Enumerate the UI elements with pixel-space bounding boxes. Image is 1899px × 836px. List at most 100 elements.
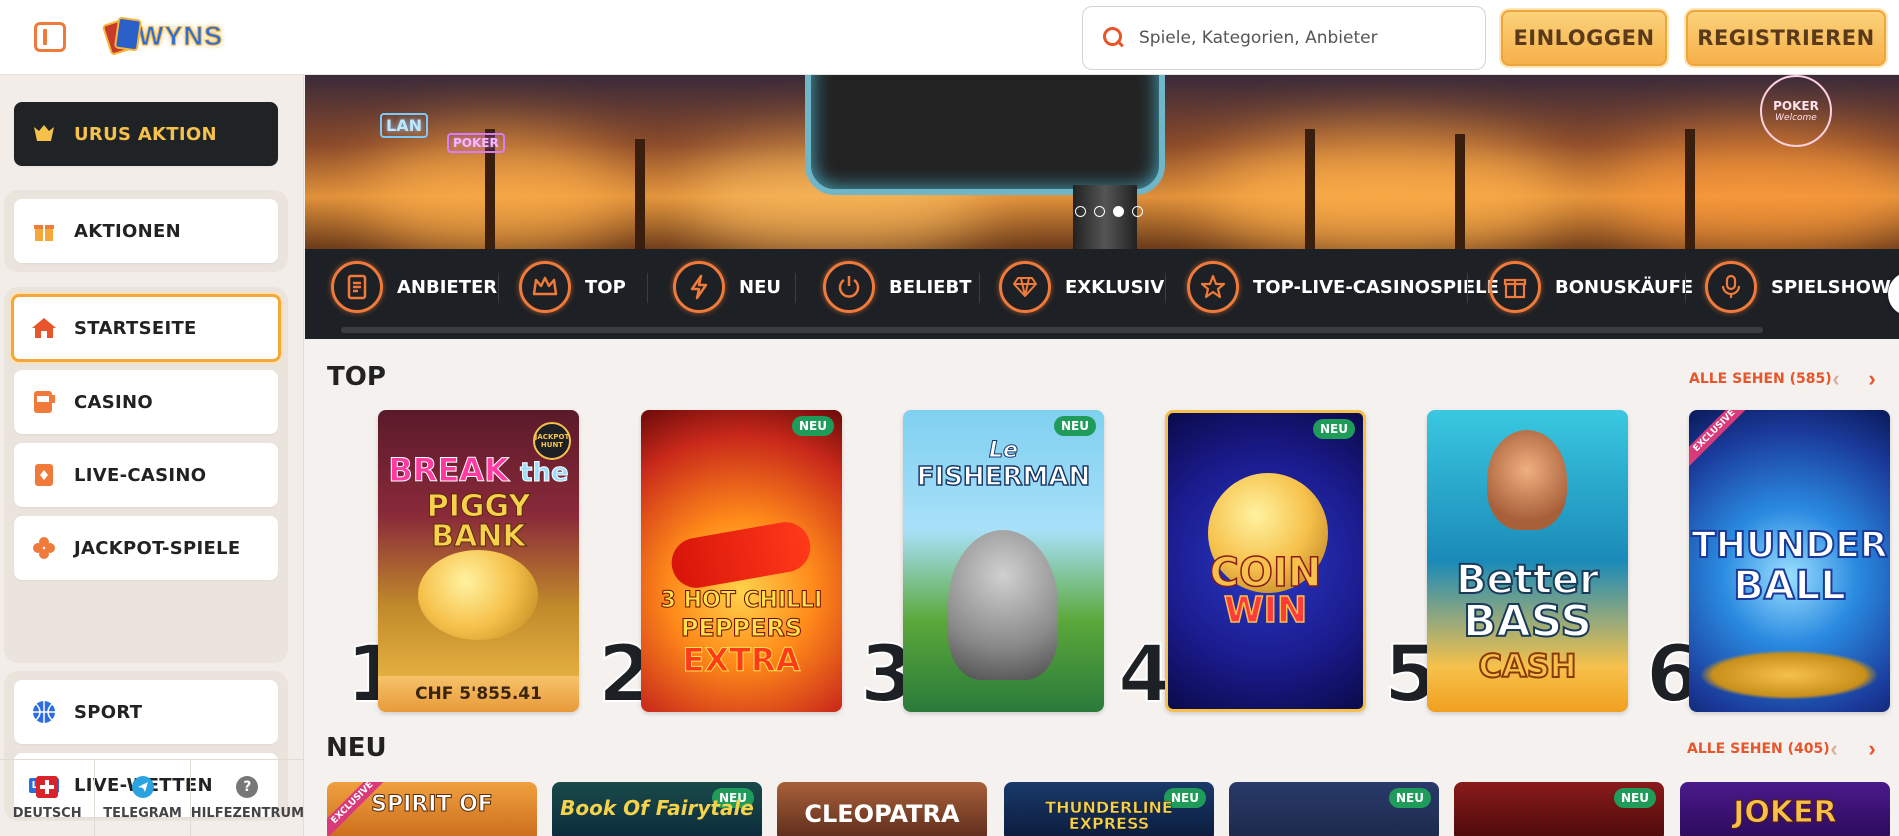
slot-machine-icon bbox=[30, 388, 58, 416]
logo-text: WYNS bbox=[138, 20, 223, 51]
sidebar-item-aktionen[interactable]: AKTIONEN bbox=[14, 199, 278, 263]
neu-next-button[interactable]: › bbox=[1858, 735, 1886, 763]
game-tile-better-bass-cash[interactable]: Better BASS CASH bbox=[1427, 410, 1628, 712]
help-label: HILFEZENTRUM bbox=[190, 805, 305, 821]
sidebar-item-label: STARTSEITE bbox=[74, 317, 197, 339]
gift-icon bbox=[1489, 261, 1541, 313]
sidebar-item-live-casino[interactable]: LIVE-CASINO bbox=[14, 443, 278, 507]
game-tile-spirit-of[interactable]: EXCLUSIVE SPIRIT OF bbox=[327, 782, 537, 836]
chevron-left-icon: ‹ bbox=[1830, 736, 1838, 761]
neu-badge: NEU bbox=[1389, 788, 1431, 808]
search-input[interactable] bbox=[1139, 28, 1479, 48]
carousel-dot-active[interactable] bbox=[1113, 206, 1124, 217]
sidebar-item-casino[interactable]: CASINO bbox=[14, 370, 278, 434]
category-spielshows[interactable]: SPIELSHOWS bbox=[1705, 259, 1899, 315]
sidebar-item-urus-aktion[interactable]: URUS AKTION bbox=[14, 102, 278, 166]
category-top[interactable]: TOP bbox=[519, 259, 626, 315]
category-label: ANBIETER bbox=[397, 276, 498, 298]
sidebar-item-label: CASINO bbox=[74, 391, 153, 413]
power-icon bbox=[823, 261, 875, 313]
neon-poker-sign: POKER bbox=[447, 133, 505, 153]
neu-badge: NEU bbox=[1614, 788, 1656, 808]
sidebar-item-label: LIVE-CASINO bbox=[74, 464, 207, 486]
category-scrollbar[interactable] bbox=[341, 327, 1763, 333]
category-top-live-casinospiele[interactable]: TOP-LIVE-CASINOSPIELE bbox=[1187, 259, 1499, 315]
basketball-icon bbox=[30, 698, 58, 726]
swiss-flag-icon bbox=[36, 775, 59, 798]
playing-cards-icon bbox=[101, 15, 144, 57]
neu-badge: NEU bbox=[792, 416, 834, 436]
category-label: BONUSKÄUFE bbox=[1555, 276, 1694, 298]
jackpot-amount: CHF 5'855.41 bbox=[378, 676, 579, 712]
top-prev-button[interactable]: ‹ bbox=[1822, 365, 1850, 393]
login-button[interactable]: EINLOGGEN bbox=[1501, 10, 1667, 66]
game-tile-red[interactable]: NEU bbox=[1454, 782, 1664, 836]
raccoon-image bbox=[948, 530, 1058, 680]
section-title-top: TOP bbox=[327, 362, 386, 392]
see-all-top-link[interactable]: ALLE SEHEN (585) bbox=[1689, 371, 1832, 387]
search-box[interactable] bbox=[1082, 6, 1486, 70]
neu-prev-button[interactable]: ‹ bbox=[1820, 735, 1848, 763]
carousel-dot[interactable] bbox=[1094, 206, 1105, 217]
game-tile-le-fisherman[interactable]: NEU Le FISHERMAN bbox=[903, 410, 1104, 712]
game-title: the bbox=[520, 458, 570, 488]
chevron-right-icon: › bbox=[1868, 736, 1876, 761]
game-tile-cleopatra[interactable]: CLEOPATRA bbox=[777, 782, 987, 836]
game-title: Better bbox=[1455, 557, 1600, 603]
game-tile-book-of-fairytale[interactable]: NEU Book Of Fairytale bbox=[552, 782, 762, 836]
microphone-icon bbox=[1705, 261, 1757, 313]
fisherman-image bbox=[1487, 430, 1567, 530]
game-title: THUNDERLINE EXPRESS bbox=[1045, 798, 1173, 833]
telegram-icon bbox=[131, 775, 154, 798]
neon-sign bbox=[805, 75, 1165, 195]
carousel-dot[interactable] bbox=[1132, 206, 1143, 217]
language-selector[interactable]: DEUTSCH bbox=[0, 760, 96, 836]
game-tile-joker[interactable]: JOKER bbox=[1680, 782, 1890, 836]
gift-icon bbox=[30, 217, 58, 245]
piggy-image bbox=[418, 550, 538, 640]
category-bar: ANBIETER TOP NEU BELIEBT EXKLUSIV TOP-LI… bbox=[305, 249, 1899, 339]
sidebar-item-jackpot-spiele[interactable]: JACKPOT-SPIELE bbox=[14, 516, 278, 580]
category-label: EXKLUSIV bbox=[1065, 276, 1165, 298]
game-title: JOKER bbox=[1733, 795, 1838, 830]
game-title: PIGGY BANK bbox=[426, 489, 531, 554]
see-all-neu-link[interactable]: ALLE SEHEN (405) bbox=[1687, 741, 1830, 757]
category-label: SPIELSHOWS bbox=[1771, 276, 1899, 298]
hero-banner[interactable]: LAN POKER POKER Welcome bbox=[305, 75, 1899, 249]
game-tile-coin-win[interactable]: NEU COIN WIN bbox=[1165, 410, 1366, 712]
language-label: DEUTSCH bbox=[12, 805, 82, 821]
category-bonuskaeufe[interactable]: BONUSKÄUFE bbox=[1489, 259, 1693, 315]
register-button[interactable]: REGISTRIEREN bbox=[1686, 10, 1886, 66]
logo[interactable]: WYNS bbox=[101, 13, 223, 59]
telegram-link[interactable]: TELEGRAM bbox=[95, 760, 191, 836]
help-center-link[interactable]: ? HILFEZENTRUM bbox=[191, 760, 304, 836]
category-label: TOP-LIVE-CASINOSPIELE bbox=[1253, 276, 1499, 298]
exclusive-badge: EXCLUSIVE bbox=[1689, 410, 1754, 470]
game-title: WIN bbox=[1223, 590, 1308, 631]
game-tile-break-the-piggy-bank[interactable]: JACKPOT HUNT BREAK the PIGGY BANK CHF 5'… bbox=[378, 410, 579, 712]
carousel-dots bbox=[1075, 206, 1143, 217]
game-tile-eagle[interactable]: NEU bbox=[1229, 782, 1439, 836]
sidebar-toggle-icon[interactable] bbox=[34, 22, 66, 52]
game-tile-hot-chilli-peppers[interactable]: NEU 3 HOT CHILLI PEPPERS EXTRA bbox=[641, 410, 842, 712]
sidebar: URUS AKTION AKTIONEN STARTSEITE CASINO L… bbox=[0, 75, 304, 836]
game-title: 3 HOT CHILLI bbox=[660, 588, 823, 613]
game-title: CLEOPATRA bbox=[804, 800, 960, 828]
sidebar-item-startseite[interactable]: STARTSEITE bbox=[11, 294, 281, 362]
carousel-dot[interactable] bbox=[1075, 206, 1086, 217]
top-next-button[interactable]: › bbox=[1858, 365, 1886, 393]
header: WYNS EINLOGGEN REGISTRIEREN bbox=[0, 0, 1899, 75]
category-beliebt[interactable]: BELIEBT bbox=[823, 259, 971, 315]
star-icon bbox=[1187, 261, 1239, 313]
chilli-image bbox=[667, 518, 815, 592]
game-tile-thunderline-express[interactable]: NEU THUNDERLINE EXPRESS bbox=[1004, 782, 1214, 836]
game-tile-thunder-ball[interactable]: EXCLUSIVE THUNDER BALL bbox=[1689, 410, 1890, 712]
category-anbieter[interactable]: ANBIETER bbox=[331, 259, 497, 315]
game-title: PEPPERS bbox=[680, 614, 803, 642]
category-neu[interactable]: NEU bbox=[673, 259, 781, 315]
chevron-left-icon: ‹ bbox=[1832, 366, 1840, 391]
sidebar-item-sport[interactable]: SPORT bbox=[14, 680, 278, 744]
category-exklusiv[interactable]: EXKLUSIV bbox=[999, 259, 1164, 315]
card-icon bbox=[30, 461, 58, 489]
crown-icon bbox=[519, 261, 571, 313]
